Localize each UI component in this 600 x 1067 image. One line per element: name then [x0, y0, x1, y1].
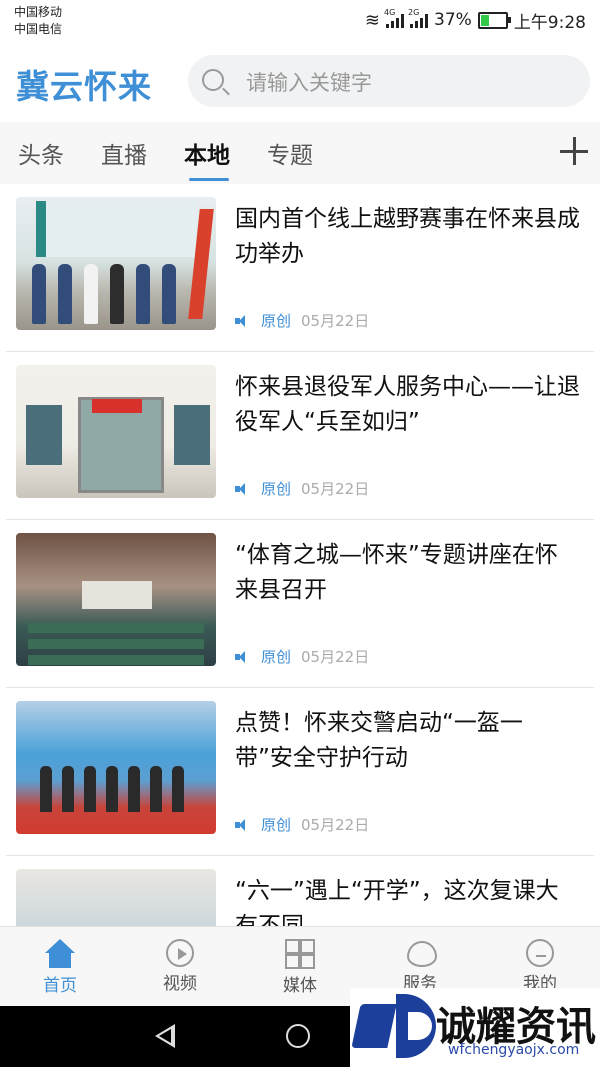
news-thumbnail	[16, 365, 216, 498]
nav-home[interactable]: 首页	[20, 939, 100, 996]
media-icon	[283, 939, 317, 969]
news-source: 原创	[261, 648, 292, 666]
search-placeholder: 请输入关键字	[246, 71, 372, 95]
user-icon	[526, 939, 554, 967]
search-icon	[202, 69, 224, 91]
nav-mine[interactable]: 我的	[500, 939, 580, 994]
news-source: 原创	[261, 480, 292, 498]
news-list: 国内首个线上越野赛事在怀来县成功举办 原创 05月22日 怀来县退役军人服务中心…	[0, 184, 600, 926]
home-icon	[43, 939, 77, 969]
nav-video[interactable]: 视频	[140, 939, 220, 994]
nav-label: 视频	[163, 974, 197, 994]
wifi-icon: ≋	[364, 9, 381, 31]
speaker-icon[interactable]	[235, 314, 251, 327]
battery-percent: 37%	[434, 10, 472, 30]
battery-icon	[477, 11, 511, 29]
news-source: 原创	[261, 816, 292, 834]
speaker-icon[interactable]	[235, 482, 251, 495]
tab-headlines[interactable]: 头条	[18, 136, 64, 170]
channel-tabs: 头条 直播 本地 专题	[0, 122, 600, 184]
tab-local[interactable]: 本地	[184, 136, 230, 170]
news-title: 点赞！怀来交警启动“一盔一带”安全守护行动	[235, 710, 523, 771]
news-title: “体育之城—怀来”专题讲座在怀来县召开	[235, 542, 558, 603]
news-item[interactable]: “六一”遇上“开学”，这次复课大有不同	[6, 856, 594, 926]
tab-live[interactable]: 直播	[101, 136, 147, 170]
news-title: 怀来县退役军人服务中心——让退役军人“兵至如归”	[235, 374, 580, 435]
news-title: “六一”遇上“开学”，这次复课大有不同	[235, 878, 559, 926]
signal-icon-2: 2G	[408, 8, 429, 28]
nav-service[interactable]: 服务	[380, 939, 460, 994]
news-thumbnail	[16, 197, 216, 330]
status-bar: 中国移动 中国电信 ≋ 4G 2G 37% 上午9:28	[0, 0, 600, 42]
search-input[interactable]: 请输入关键字	[188, 55, 590, 107]
news-title: 国内首个线上越野赛事在怀来县成功举办	[235, 206, 580, 267]
news-source: 原创	[261, 312, 292, 330]
news-date: 05月22日	[301, 816, 370, 834]
nav-label: 首页	[43, 976, 77, 996]
clock: 上午9:28	[513, 12, 586, 33]
speaker-icon[interactable]	[235, 650, 251, 663]
news-item[interactable]: “体育之城—怀来”专题讲座在怀来县召开 原创 05月22日	[6, 520, 594, 688]
back-icon[interactable]	[155, 1024, 177, 1048]
app-logo: 冀云怀来	[16, 67, 152, 106]
news-item[interactable]: 国内首个线上越野赛事在怀来县成功举办 原创 05月22日	[6, 184, 594, 352]
signal-icon-1: 4G	[384, 8, 405, 28]
nav-media[interactable]: 媒体	[260, 939, 340, 996]
speaker-icon[interactable]	[235, 818, 251, 831]
carrier-1: 中国移动	[14, 5, 63, 19]
watermark-logo	[351, 994, 440, 1058]
news-item[interactable]: 怀来县退役军人服务中心——让退役军人“兵至如归” 原创 05月22日	[6, 352, 594, 520]
service-icon	[405, 939, 437, 967]
watermark-url: wfchengyaojx.com	[448, 1042, 580, 1058]
news-item[interactable]: 点赞！怀来交警启动“一盔一带”安全守护行动 原创 05月22日	[6, 688, 594, 856]
home-button-icon[interactable]	[286, 1024, 310, 1048]
carrier-2: 中国电信	[14, 22, 63, 36]
nav-label: 媒体	[283, 976, 317, 996]
news-date: 05月22日	[301, 648, 370, 666]
news-date: 05月22日	[301, 312, 370, 330]
news-date: 05月22日	[301, 480, 370, 498]
news-thumbnail	[16, 869, 216, 926]
active-tab-indicator	[189, 178, 229, 181]
app-header: 冀云怀来 请输入关键字	[0, 42, 600, 122]
video-icon	[166, 939, 194, 967]
tab-topics[interactable]: 专题	[267, 136, 313, 170]
add-channel-icon[interactable]	[560, 137, 588, 165]
watermark: 诚耀资讯 wfchengyaojx.com	[350, 988, 600, 1067]
news-thumbnail	[16, 701, 216, 834]
news-thumbnail	[16, 533, 216, 666]
